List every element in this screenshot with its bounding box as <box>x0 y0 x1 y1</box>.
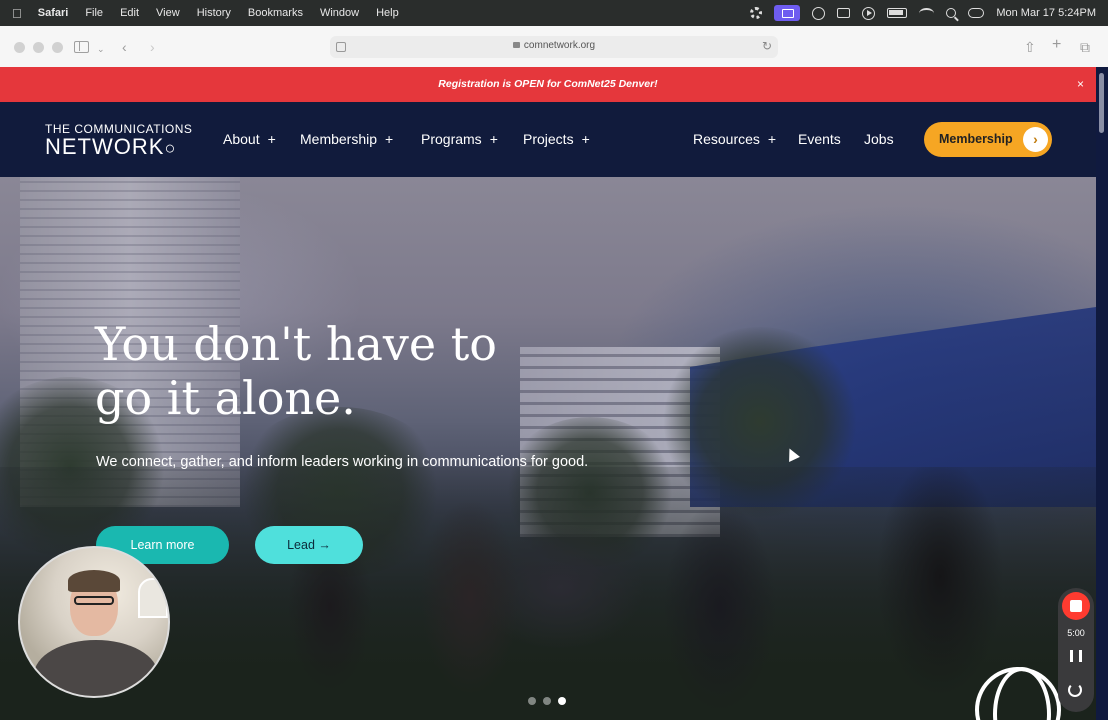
membership-cta-label: Membership <box>939 132 1013 146</box>
menu-clock[interactable]: Mon Mar 17 5:24PM <box>996 7 1096 19</box>
macos-menu-bar:  Safari File Edit View History Bookmark… <box>0 0 1108 26</box>
nav-about-label: About <box>223 131 260 147</box>
plus-icon: + <box>489 131 498 147</box>
site-logo[interactable]: THE COMMUNICATIONS NETWORK○ <box>45 122 205 159</box>
membership-cta-button[interactable]: Membership › <box>924 122 1052 157</box>
announcement-banner[interactable]: Registration is OPEN for ComNet25 Denver… <box>0 67 1096 102</box>
menu-file[interactable]: File <box>85 7 103 19</box>
slider-dots <box>528 697 566 705</box>
browser-toolbar: ⌄ ‹ › comnetwork.org ↻ ⇧ + ⧉ <box>0 26 1108 68</box>
scrollbar-thumb[interactable] <box>1099 73 1104 133</box>
hero-subtitle: We connect, gather, and inform leaders w… <box>96 454 589 470</box>
restart-icon[interactable] <box>1068 683 1082 697</box>
menu-bookmarks[interactable]: Bookmarks <box>248 7 303 19</box>
nav-programs-label: Programs <box>421 131 482 147</box>
url-text: comnetwork.org <box>523 40 596 51</box>
close-icon[interactable]: × <box>1077 67 1084 102</box>
chevron-right-icon: › <box>1023 127 1048 152</box>
gear-icon[interactable] <box>750 7 763 19</box>
webcam-person-body <box>34 640 158 696</box>
nav-resources[interactable]: Resources + <box>693 131 776 147</box>
menu-edit[interactable]: Edit <box>120 7 139 19</box>
menu-view[interactable]: View <box>156 7 180 19</box>
nav-about[interactable]: About + <box>223 131 276 147</box>
slider-dot[interactable] <box>528 697 536 705</box>
wifi-icon[interactable] <box>919 7 935 19</box>
reload-icon[interactable]: ↻ <box>762 39 772 53</box>
spotlight-search-icon[interactable] <box>946 8 957 18</box>
close-window-button[interactable] <box>14 42 25 53</box>
webcam-overlay[interactable] <box>18 546 170 698</box>
chevron-down-icon[interactable]: ⌄ <box>97 41 105 57</box>
plus-icon: + <box>267 131 276 147</box>
address-bar[interactable]: comnetwork.org ↻ <box>330 36 778 58</box>
menu-help[interactable]: Help <box>376 7 399 19</box>
battery-icon[interactable] <box>887 8 908 18</box>
screen-record-icon[interactable] <box>774 5 801 21</box>
nav-events[interactable]: Events <box>798 131 841 147</box>
nav-resources-label: Resources <box>693 131 760 147</box>
control-center-icon[interactable] <box>968 8 985 18</box>
announcement-text[interactable]: Registration is OPEN for ComNet25 Denver… <box>438 78 657 90</box>
site-header: THE COMMUNICATIONS NETWORK○ About + Membe… <box>0 102 1096 177</box>
hero-title-line-2: go it alone. <box>95 371 356 425</box>
nav-jobs[interactable]: Jobs <box>864 131 894 147</box>
webcam-person-glasses <box>74 596 114 605</box>
window-controls <box>14 42 63 53</box>
hero-title-line-1: You don't have to <box>95 317 497 371</box>
nav-membership[interactable]: Membership + <box>300 131 393 147</box>
minimize-window-button[interactable] <box>33 42 44 53</box>
play-icon[interactable] <box>862 6 876 20</box>
pause-icon[interactable] <box>1070 650 1082 662</box>
back-arrow-icon[interactable]: ‹ <box>122 39 127 55</box>
nav-membership-label: Membership <box>300 131 378 147</box>
logo-line-2-text: NETWORK <box>45 134 165 159</box>
logo-rings-icon: ○ <box>164 138 177 158</box>
window-icon[interactable] <box>837 8 851 18</box>
share-icon[interactable]: ⇧ <box>1024 39 1036 55</box>
grammarly-icon[interactable] <box>812 6 826 20</box>
zoom-window-button[interactable] <box>52 42 63 53</box>
slider-dot-active[interactable] <box>558 697 566 705</box>
recording-controls: 5:00 <box>1058 588 1094 712</box>
nav-projects-label: Projects <box>523 131 574 147</box>
nav-projects[interactable]: Projects + <box>523 131 590 147</box>
apple-icon[interactable]:  <box>12 6 22 21</box>
new-tab-icon[interactable]: + <box>1052 37 1061 53</box>
tab-overview-icon[interactable]: ⧉ <box>1080 39 1090 55</box>
menu-history[interactable]: History <box>197 7 231 19</box>
webcam-person-hair <box>68 570 120 592</box>
sidebar-icon[interactable] <box>74 41 89 53</box>
lead-button[interactable]: Lead → <box>255 526 363 564</box>
logo-line-2: NETWORK○ <box>45 136 205 159</box>
forward-arrow-icon[interactable]: › <box>150 39 155 55</box>
recording-timer: 5:00 <box>1067 628 1085 638</box>
webcam-background-window <box>138 578 168 618</box>
lock-icon <box>512 42 520 48</box>
slider-dot[interactable] <box>543 697 551 705</box>
plus-icon: + <box>581 131 590 147</box>
plus-icon: + <box>767 131 777 147</box>
stop-recording-icon[interactable] <box>1062 592 1090 620</box>
page-scrollbar[interactable] <box>1096 67 1108 720</box>
nav-programs[interactable]: Programs + <box>421 131 498 147</box>
menu-window[interactable]: Window <box>320 7 359 19</box>
hero-title: You don't have to go it alone. <box>95 317 535 425</box>
menu-app-name[interactable]: Safari <box>38 7 69 19</box>
plus-icon: + <box>385 131 394 147</box>
